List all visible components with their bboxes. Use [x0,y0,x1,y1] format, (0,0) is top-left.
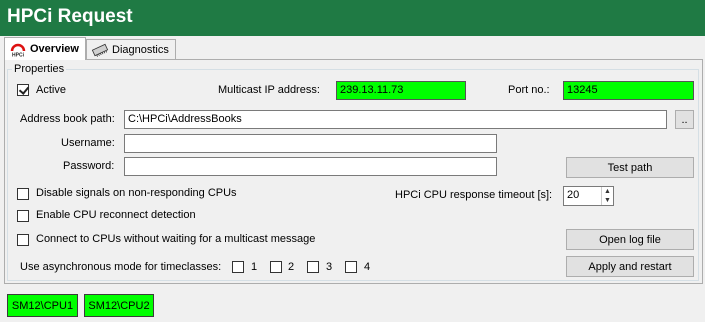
active-checkbox[interactable] [17,84,29,96]
tab-diagnostics-label: Diagnostics [112,43,169,56]
async-timeclass-4-label: 4 [364,261,371,273]
apply-and-restart-button[interactable]: Apply and restart [566,256,694,277]
connect-without-multicast-checkbox[interactable] [17,234,29,246]
password-label: Password: [63,160,115,172]
address-book-field[interactable]: C:\HPCi\AddressBooks [124,110,667,129]
disable-signals-label: Disable signals on non-responding CPUs [36,187,237,199]
open-log-file-button[interactable]: Open log file [566,229,694,250]
timeout-spin-buttons[interactable]: ▲ ▼ [601,187,613,205]
active-label: Active [36,84,66,96]
svg-text:HPCi: HPCi [12,53,25,58]
port-field[interactable]: 13245 [563,81,694,100]
username-label: Username: [61,137,115,149]
timeout-label: HPCi CPU response timeout [s]: [395,189,553,201]
async-mode-label: Use asynchronous mode for timeclasses: [20,261,222,273]
async-timeclass-1-label: 1 [251,261,258,273]
cpu-status-sm12-cpu2[interactable]: SM12\CPU2 [84,294,154,317]
async-timeclass-2-checkbox[interactable] [270,261,282,273]
properties-legend: Properties [12,63,67,75]
timeout-spinner[interactable]: 20 ▲ ▼ [563,186,614,206]
window-title: HPCi Request [7,6,133,27]
spin-up-icon[interactable]: ▲ [602,187,613,196]
tab-diagnostics[interactable]: Diagnostics [86,39,176,59]
async-timeclass-4-checkbox[interactable] [345,261,357,273]
title-bar: HPCi Request [0,0,705,36]
password-field[interactable] [124,157,497,176]
reconnect-checkbox[interactable] [17,210,29,222]
async-timeclass-2-label: 2 [288,261,295,273]
cpu-status-sm12-cpu1[interactable]: SM12\CPU1 [7,294,78,317]
timeout-value: 20 [567,189,580,201]
reconnect-label: Enable CPU reconnect detection [36,209,196,221]
async-timeclass-3-label: 3 [326,261,333,273]
async-timeclass-3-checkbox[interactable] [307,261,319,273]
connect-without-multicast-label: Connect to CPUs without waiting for a mu… [36,233,316,245]
network-card-icon [91,42,109,58]
disable-signals-checkbox[interactable] [17,188,29,200]
test-path-button[interactable]: Test path [566,157,694,178]
hpci-logo-icon: HPCi [9,41,27,59]
tab-overview[interactable]: HPCi Overview [4,37,86,60]
async-timeclass-1-checkbox[interactable] [232,261,244,273]
address-book-label: Address book path: [20,113,115,125]
browse-address-book-button[interactable]: .. [675,110,694,129]
port-label: Port no.: [508,84,550,96]
multicast-ip-field[interactable]: 239.13.11.73 [336,81,466,100]
spin-down-icon[interactable]: ▼ [602,196,613,205]
username-field[interactable] [124,134,497,153]
tab-overview-label: Overview [30,43,79,55]
tab-strip: HPCi Overview Diagnostics [0,36,705,60]
multicast-ip-label: Multicast IP address: [218,84,320,96]
